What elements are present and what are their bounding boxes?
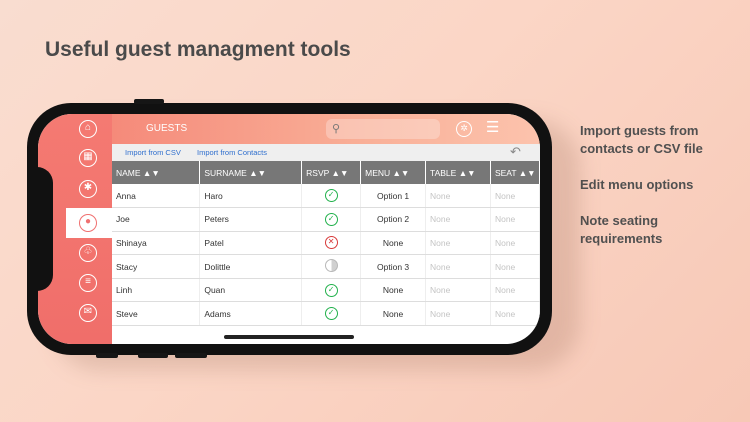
home-indicator[interactable] [224,335,354,339]
table-cell[interactable]: None [425,301,491,327]
gear-icon[interactable]: ✲ [456,121,472,137]
menu-cell[interactable]: Option 1 [360,184,427,209]
rsvp-maybe-icon [324,259,338,273]
phone-button-top [134,99,164,104]
guest-surname: Patel [199,231,303,256]
table-row[interactable]: Stacy Dolittle Option 3 None None [112,254,540,279]
column-header-surname[interactable]: SURNAME ▲▼ [199,161,303,184]
schedule-icon[interactable]: ▦ [79,149,97,167]
table-cell[interactable]: None [425,278,491,303]
table-cell[interactable]: None [425,184,491,209]
table-cell[interactable]: None [425,231,491,256]
menu-cell[interactable]: Option 3 [360,254,427,279]
seat-cell[interactable]: None [490,301,540,327]
app-screen: ⌂ ▦ ✱ ● ♧ ≡ ✉ GUESTS ⚲ ✲ ☰ Import from C… [38,114,540,344]
rsvp-cell[interactable]: ✓ [301,301,362,327]
feature-item: Edit menu options [580,177,694,192]
message-icon[interactable]: ✉ [79,304,97,322]
column-header-rsvp[interactable]: RSVP ▲▼ [301,161,362,184]
guest-name: Anna [112,184,201,209]
home-icon[interactable]: ⌂ [79,120,97,138]
menu-cell[interactable]: None [360,301,427,327]
phone-notch [27,167,53,291]
guest-table: NAME ▲▼ SURNAME ▲▼ RSVP ▲▼ MENU ▲▼ TABLE… [112,161,540,327]
column-header-name[interactable]: NAME ▲▼ [112,161,201,184]
rsvp-cell[interactable]: ✓ [301,207,362,232]
menu-icon[interactable]: ☰ [486,119,499,137]
table-header: NAME ▲▼ SURNAME ▲▼ RSVP ▲▼ MENU ▲▼ TABLE… [112,161,540,184]
table-cell[interactable]: None [425,207,491,232]
search-icon: ⚲ [332,123,341,135]
undo-icon[interactable]: ↶ [510,144,521,160]
table-cell[interactable]: None [425,254,491,279]
guest-name: Stacy [112,254,201,279]
guests-icon: ● [79,214,97,232]
notes-icon[interactable]: ≡ [79,274,97,292]
feature-list: Import guests from contacts or CSV file … [580,122,730,266]
rsvp-yes-icon: ✓ [324,189,338,203]
guest-surname: Quan [199,278,303,303]
table-row[interactable]: Joe Peters ✓ Option 2 None None [112,207,540,232]
seat-cell[interactable]: None [490,254,540,279]
seat-cell[interactable]: None [490,207,540,232]
guest-surname: Adams [199,301,303,327]
rsvp-yes-icon: ✓ [324,212,338,226]
headline: Useful guest managment tools [45,38,351,61]
rsvp-yes-icon: ✓ [324,307,338,321]
table-row[interactable]: Steve Adams ✓ None None None [112,301,540,327]
column-header-seat[interactable]: SEAT ▲▼ [490,161,540,184]
menu-cell[interactable]: None [360,231,427,256]
phone-button-bottom [138,353,168,358]
table-row[interactable]: Shinaya Patel ✕ None None None [112,231,540,256]
feature-item: Import guests from contacts or CSV file [580,123,703,156]
import-bar: Import from CSV Import from Contacts ↶ [112,144,540,161]
guest-name: Steve [112,301,201,327]
rsvp-cell[interactable] [301,254,362,279]
guest-surname: Haro [199,184,303,209]
guest-name: Joe [112,207,201,232]
guest-surname: Peters [199,207,303,232]
top-bar: GUESTS ⚲ ✲ ☰ [112,114,540,144]
table-row[interactable]: Anna Haro ✓ Option 1 None None [112,184,540,209]
guest-name: Linh [112,278,201,303]
rsvp-cell[interactable]: ✓ [301,278,362,303]
page-title: GUESTS [146,123,188,134]
search-input[interactable]: ⚲ [326,119,440,139]
rsvp-yes-icon: ✓ [324,283,338,297]
gift-icon[interactable]: ♧ [79,244,97,262]
menu-cell[interactable]: Option 2 [360,207,427,232]
column-header-menu[interactable]: MENU ▲▼ [360,161,427,184]
seat-cell[interactable]: None [490,184,540,209]
seat-cell[interactable]: None [490,231,540,256]
menu-cell[interactable]: None [360,278,427,303]
phone-button-bottom [175,353,207,358]
phone-button-bottom [96,353,118,358]
feature-item: Note seating requirements [580,213,663,246]
guest-surname: Dolittle [199,254,303,279]
rsvp-cell[interactable]: ✕ [301,231,362,256]
settings-asterisk-icon[interactable]: ✱ [79,180,97,198]
import-csv-link[interactable]: Import from CSV [125,148,181,157]
column-header-table[interactable]: TABLE ▲▼ [425,161,491,184]
rsvp-cell[interactable]: ✓ [301,184,362,209]
import-contacts-link[interactable]: Import from Contacts [197,148,267,157]
guest-name: Shinaya [112,231,201,256]
rsvp-no-icon: ✕ [324,236,338,250]
table-row[interactable]: Linh Quan ✓ None None None [112,278,540,303]
sidebar-item-guests[interactable]: ● [66,208,112,238]
seat-cell[interactable]: None [490,278,540,303]
